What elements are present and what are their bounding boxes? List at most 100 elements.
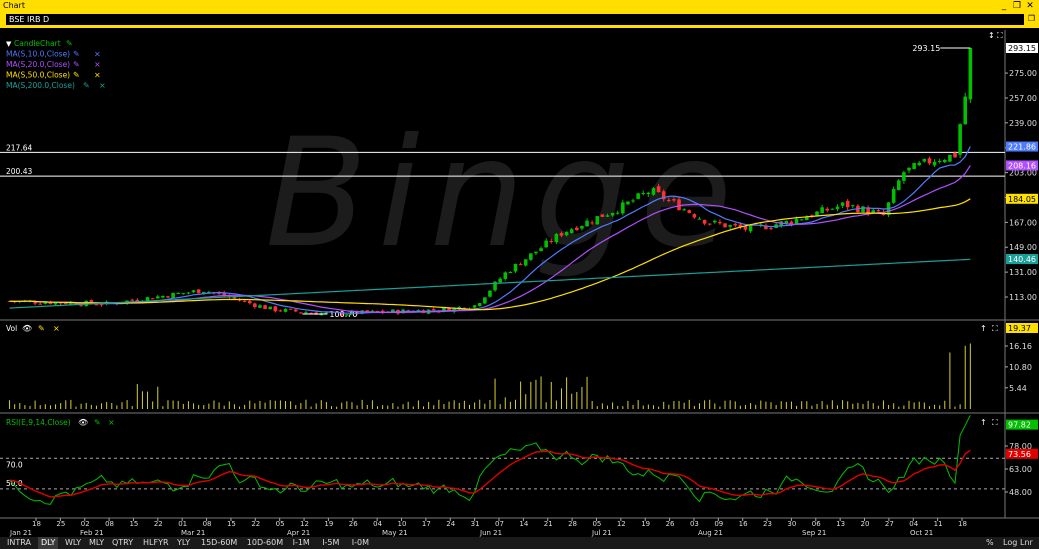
date-label: 31 bbox=[471, 520, 480, 528]
candle-body bbox=[247, 301, 252, 304]
candle-body bbox=[876, 210, 881, 212]
date-label: 13 bbox=[836, 520, 845, 528]
date-label: 01 bbox=[178, 520, 187, 528]
symbol-field[interactable]: BSE IRB D bbox=[6, 14, 1024, 25]
rsi-label: RSI(E,9,14,Close) bbox=[6, 418, 71, 427]
candle-body bbox=[559, 233, 564, 236]
remove-icon: × bbox=[53, 324, 60, 333]
candle-body bbox=[718, 221, 722, 224]
candle-body bbox=[483, 297, 487, 304]
candle-body bbox=[324, 312, 329, 314]
candle-body bbox=[917, 162, 922, 166]
date-label: 08 bbox=[203, 520, 212, 528]
candle-body bbox=[590, 222, 594, 224]
intraday-15d-60m[interactable]: 15D-60M bbox=[198, 537, 240, 549]
pane-arrow-icon: ↑ bbox=[980, 324, 987, 333]
month-label: May 21 bbox=[382, 529, 408, 537]
date-label: 28 bbox=[568, 520, 577, 528]
legend-candle-label: CandleChart bbox=[14, 39, 61, 48]
candle-body bbox=[927, 158, 932, 164]
date-label: 14 bbox=[519, 520, 528, 528]
scale-log[interactable]: Log bbox=[1003, 537, 1017, 549]
price-axis-label: 131.00 bbox=[1009, 268, 1037, 277]
candle-body bbox=[150, 298, 155, 300]
intraday-i-5m[interactable]: I-5M bbox=[319, 537, 342, 549]
month-label: Sep 21 bbox=[802, 529, 826, 537]
date-label: 22 bbox=[154, 520, 163, 528]
interval-yly[interactable]: YLY bbox=[174, 537, 193, 549]
interval-intra[interactable]: INTRA bbox=[4, 537, 34, 549]
edit-icon: ✎ bbox=[66, 39, 73, 48]
candle-body bbox=[242, 300, 247, 302]
candle-body bbox=[677, 199, 681, 211]
interval-dly[interactable]: DLY bbox=[38, 537, 59, 549]
candle-body bbox=[672, 199, 676, 201]
candle-body bbox=[488, 290, 492, 297]
date-label: 03 bbox=[690, 520, 699, 528]
window-titlebar: Chart _ ❐ ✕ bbox=[0, 0, 1039, 12]
candle-body bbox=[472, 305, 477, 308]
candle-body bbox=[902, 172, 906, 181]
pane-expand-icon: ⛶ bbox=[991, 324, 998, 333]
candle-body bbox=[830, 208, 835, 210]
candle-body bbox=[477, 303, 482, 307]
candle-body bbox=[851, 205, 855, 207]
scale-lnr[interactable]: Lnr bbox=[1020, 537, 1033, 549]
intraday-i-0m[interactable]: I-0M bbox=[349, 537, 372, 549]
minimize-icon[interactable]: _ bbox=[999, 0, 1009, 12]
candle-body bbox=[161, 295, 165, 298]
rsi-axis-label: 63.00 bbox=[1009, 465, 1032, 474]
chart-header: BSE IRB D ❐ bbox=[0, 12, 1039, 30]
chart-canvas[interactable]: Binge293.15275.00257.00239.00221.00203.0… bbox=[0, 30, 1039, 537]
candle-body bbox=[667, 199, 671, 201]
candle-body bbox=[304, 312, 308, 314]
volume-badge-label: 19.37 bbox=[1008, 324, 1031, 333]
remove-icon: × bbox=[94, 60, 101, 69]
scale-percent[interactable]: % bbox=[986, 537, 994, 549]
indicator-legend: ▼ CandleChart ✎MA(S,10.0,Close) ✎ ×MA(S,20.0… bbox=[6, 39, 106, 90]
candle-body bbox=[702, 219, 707, 224]
date-label: 30 bbox=[787, 520, 796, 528]
candle-body bbox=[554, 233, 559, 243]
candle-body bbox=[825, 208, 830, 211]
candle-body bbox=[799, 219, 804, 221]
legend-ma-label: MA(S,50.0,Close) bbox=[6, 71, 70, 80]
interval-mly[interactable]: MLY bbox=[86, 537, 107, 549]
date-label: 15 bbox=[129, 520, 138, 528]
candle-body bbox=[815, 211, 819, 216]
intraday-i-1m[interactable]: I-1M bbox=[290, 537, 313, 549]
volume-axis-label: 16.16 bbox=[1009, 342, 1032, 351]
intraday-10d-60m[interactable]: 10D-60M bbox=[244, 537, 286, 549]
month-label: Jun 21 bbox=[479, 529, 502, 537]
date-label: 27 bbox=[885, 520, 894, 528]
candle-body bbox=[891, 189, 896, 203]
candle-body bbox=[641, 193, 646, 195]
edit-icon: ✎ bbox=[73, 71, 80, 80]
candle-body bbox=[288, 308, 293, 310]
restore-icon[interactable]: ❐ bbox=[1012, 0, 1022, 12]
candle-body bbox=[692, 214, 697, 218]
volume-bars bbox=[9, 343, 971, 409]
candle-body bbox=[94, 304, 99, 306]
rsi-fast-label: 97.82 bbox=[1008, 421, 1031, 430]
candle-body bbox=[38, 303, 43, 305]
interval-wly[interactable]: WLY bbox=[62, 537, 84, 549]
interval-bar: INTRA DLY WLY MLY QTRY HLFYR YLY 15D-60M 10D-60M… bbox=[0, 537, 1039, 549]
candle-body bbox=[958, 124, 962, 155]
interval-qtry[interactable]: QTRY bbox=[109, 537, 136, 549]
candle-body bbox=[529, 253, 533, 260]
edit-icon: ✎ bbox=[38, 324, 45, 333]
candle-body bbox=[580, 226, 584, 229]
candle-body bbox=[534, 251, 538, 254]
candle-body bbox=[523, 259, 528, 266]
candle-body bbox=[912, 163, 916, 170]
restore-pane-icon[interactable]: ❐ bbox=[1028, 14, 1035, 23]
candle-body bbox=[268, 306, 272, 310]
close-icon[interactable]: ✕ bbox=[1025, 0, 1035, 12]
chart-panes[interactable]: Binge293.15275.00257.00239.00221.00203.0… bbox=[0, 30, 1039, 537]
interval-hlfyr[interactable]: HLFYR bbox=[140, 537, 172, 549]
candle-body bbox=[626, 201, 630, 205]
remove-icon: × bbox=[99, 81, 106, 90]
candle-body bbox=[840, 202, 845, 206]
month-label: Aug 21 bbox=[698, 529, 723, 537]
